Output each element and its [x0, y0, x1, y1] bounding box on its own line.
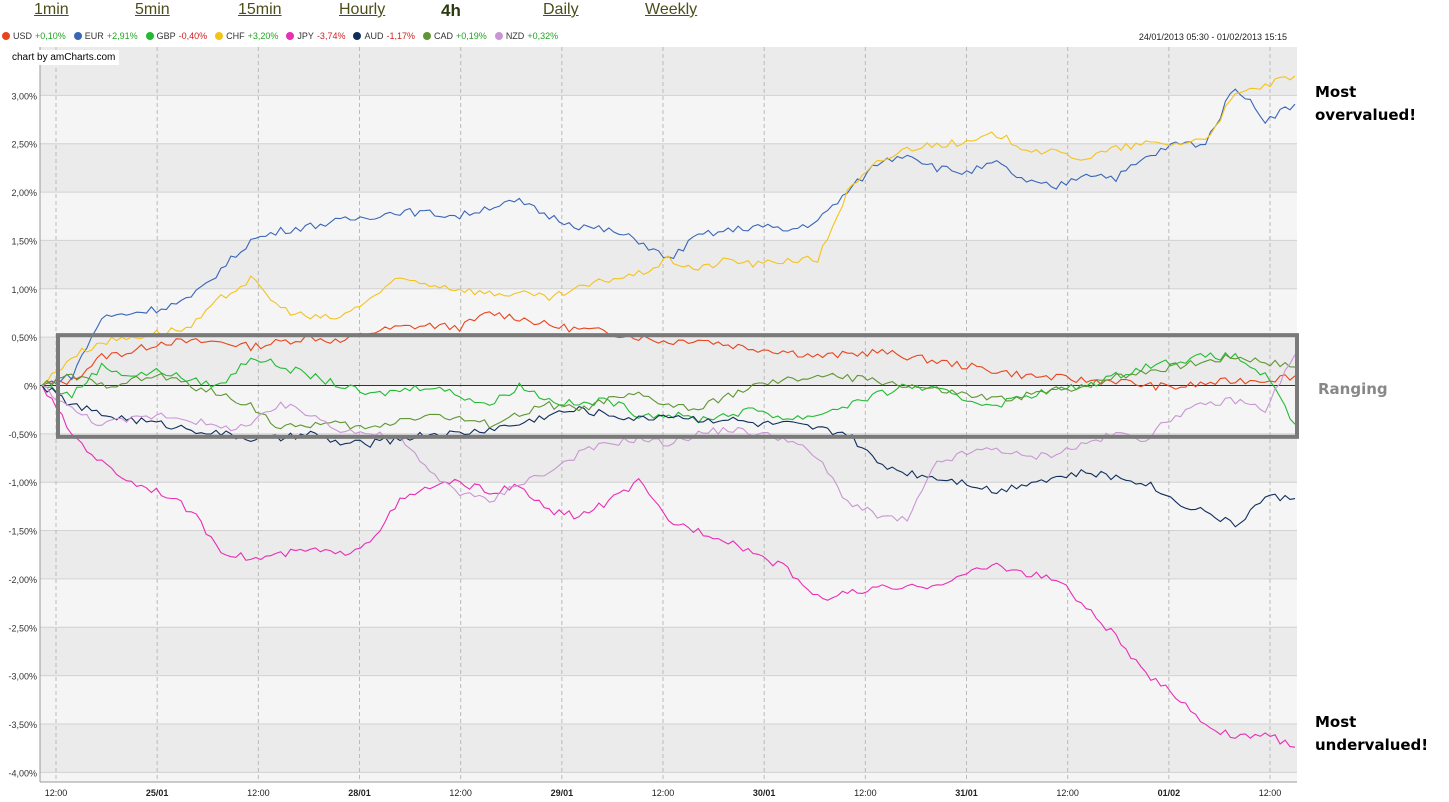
x-tick-label: 12:00 [45, 788, 68, 798]
y-tick-label: -1,50% [8, 527, 37, 537]
y-tick-label: -3,00% [8, 672, 37, 682]
legend-marker [215, 32, 224, 40]
undervalued-note: Most undervalued! [1315, 711, 1428, 757]
legend-label: EUR [84, 31, 104, 41]
legend-change: +0,10% [35, 31, 66, 41]
legend-change: -0,40% [178, 31, 208, 41]
y-tick-label: -4,00% [8, 768, 37, 778]
legend-item-jpy[interactable]: JPY -3,74% [286, 31, 345, 41]
x-tick-label: 12:00 [854, 788, 877, 798]
legend-change: +0,32% [527, 31, 559, 41]
x-tick-label: 12:00 [247, 788, 270, 798]
chart-credit[interactable]: chart by amCharts.com [8, 50, 120, 65]
plot-band [40, 530, 1297, 579]
legend-change: -1,17% [386, 31, 416, 41]
legend-item-eur[interactable]: EUR +2,91% [73, 31, 138, 41]
y-tick-label: 1,00% [11, 285, 37, 295]
currency-strength-chart: 3,00% 2,50% 2,00% 1,50% 1,00% 0,50% 0% -0,50% -1… [8, 47, 1299, 798]
legend-label: USD [13, 31, 33, 41]
y-tick-label: -2,50% [8, 623, 37, 633]
overvalued-line-1: Most [1315, 83, 1357, 101]
y-tick-label: 2,50% [11, 140, 37, 150]
legend-label: CHF [226, 31, 245, 41]
plot-band [40, 47, 1297, 96]
undervalued-line-1: Most [1315, 713, 1357, 731]
chart-legend: USD +0,10% EUR +2,91% GBP -0,40% CHF +3,20% JPY -… [2, 31, 566, 45]
legend-marker [286, 32, 295, 40]
legend-item-gbp[interactable]: GBP -0,40% [145, 31, 208, 41]
x-tick-label: 01/02 [1158, 788, 1181, 798]
legend-marker [145, 32, 154, 40]
y-tick-label: -3,50% [8, 720, 37, 730]
y-tick-label: 2,00% [11, 188, 37, 198]
legend-item-aud[interactable]: AUD -1,17% [353, 31, 415, 41]
legend-item-nzd[interactable]: NZD +0,32% [494, 31, 559, 41]
legend-label: CAD [434, 31, 454, 41]
undervalued-line-2: undervalued! [1315, 736, 1429, 754]
legend-marker [353, 32, 362, 40]
y-tick-label: 1,50% [11, 236, 37, 246]
legend-marker [2, 32, 10, 40]
legend-label: NZD [505, 31, 525, 41]
x-tick-label: 12:00 [1056, 788, 1079, 798]
legend-change: +0,19% [456, 31, 487, 41]
plot-band [40, 433, 1297, 483]
x-tick-label: 25/01 [146, 788, 169, 798]
plot-band [40, 240, 1297, 289]
y-tick-label: 0,50% [11, 333, 37, 343]
y-tick-label: -2,00% [8, 575, 37, 585]
plot-band [40, 627, 1297, 676]
x-tick-label: 29/01 [551, 788, 574, 798]
legend-label: AUD [364, 31, 384, 41]
x-tick-label: 30/01 [753, 788, 776, 798]
legend-change: -3,74% [316, 31, 346, 41]
overvalued-line-2: overvalued! [1315, 106, 1417, 124]
y-tick-label: 3,00% [11, 91, 37, 101]
legend-label: JPY [297, 31, 314, 41]
y-tick-label: 0% [24, 381, 37, 391]
x-tick-label: 12:00 [449, 788, 472, 798]
legend-label: GBP [156, 31, 176, 41]
legend-change: +2,91% [106, 31, 138, 41]
legend-item-cad[interactable]: CAD +0,19% [423, 31, 487, 41]
legend-marker [73, 32, 82, 40]
plot-band [40, 723, 1297, 773]
x-tick-label: 12:00 [652, 788, 675, 798]
legend-change: +3,20% [247, 31, 279, 41]
x-tick-label: 31/01 [955, 788, 978, 798]
ranging-note: Ranging [1318, 380, 1388, 398]
legend-marker [423, 32, 432, 40]
overvalued-note: Most overvalued! [1315, 81, 1416, 127]
date-range: 24/01/2013 05:30 - 01/02/2013 15:15 [1138, 32, 1287, 42]
legend-marker [494, 32, 503, 40]
legend-item-chf[interactable]: CHF +3,20% [215, 31, 278, 41]
y-tick-label: -0,50% [8, 430, 37, 440]
y-tick-label: -1,00% [8, 478, 37, 488]
x-tick-label: 12:00 [1259, 788, 1282, 798]
x-tick-label: 28/01 [348, 788, 371, 798]
plot-band [40, 143, 1297, 193]
legend-item-usd[interactable]: USD +0,10% [2, 31, 66, 41]
